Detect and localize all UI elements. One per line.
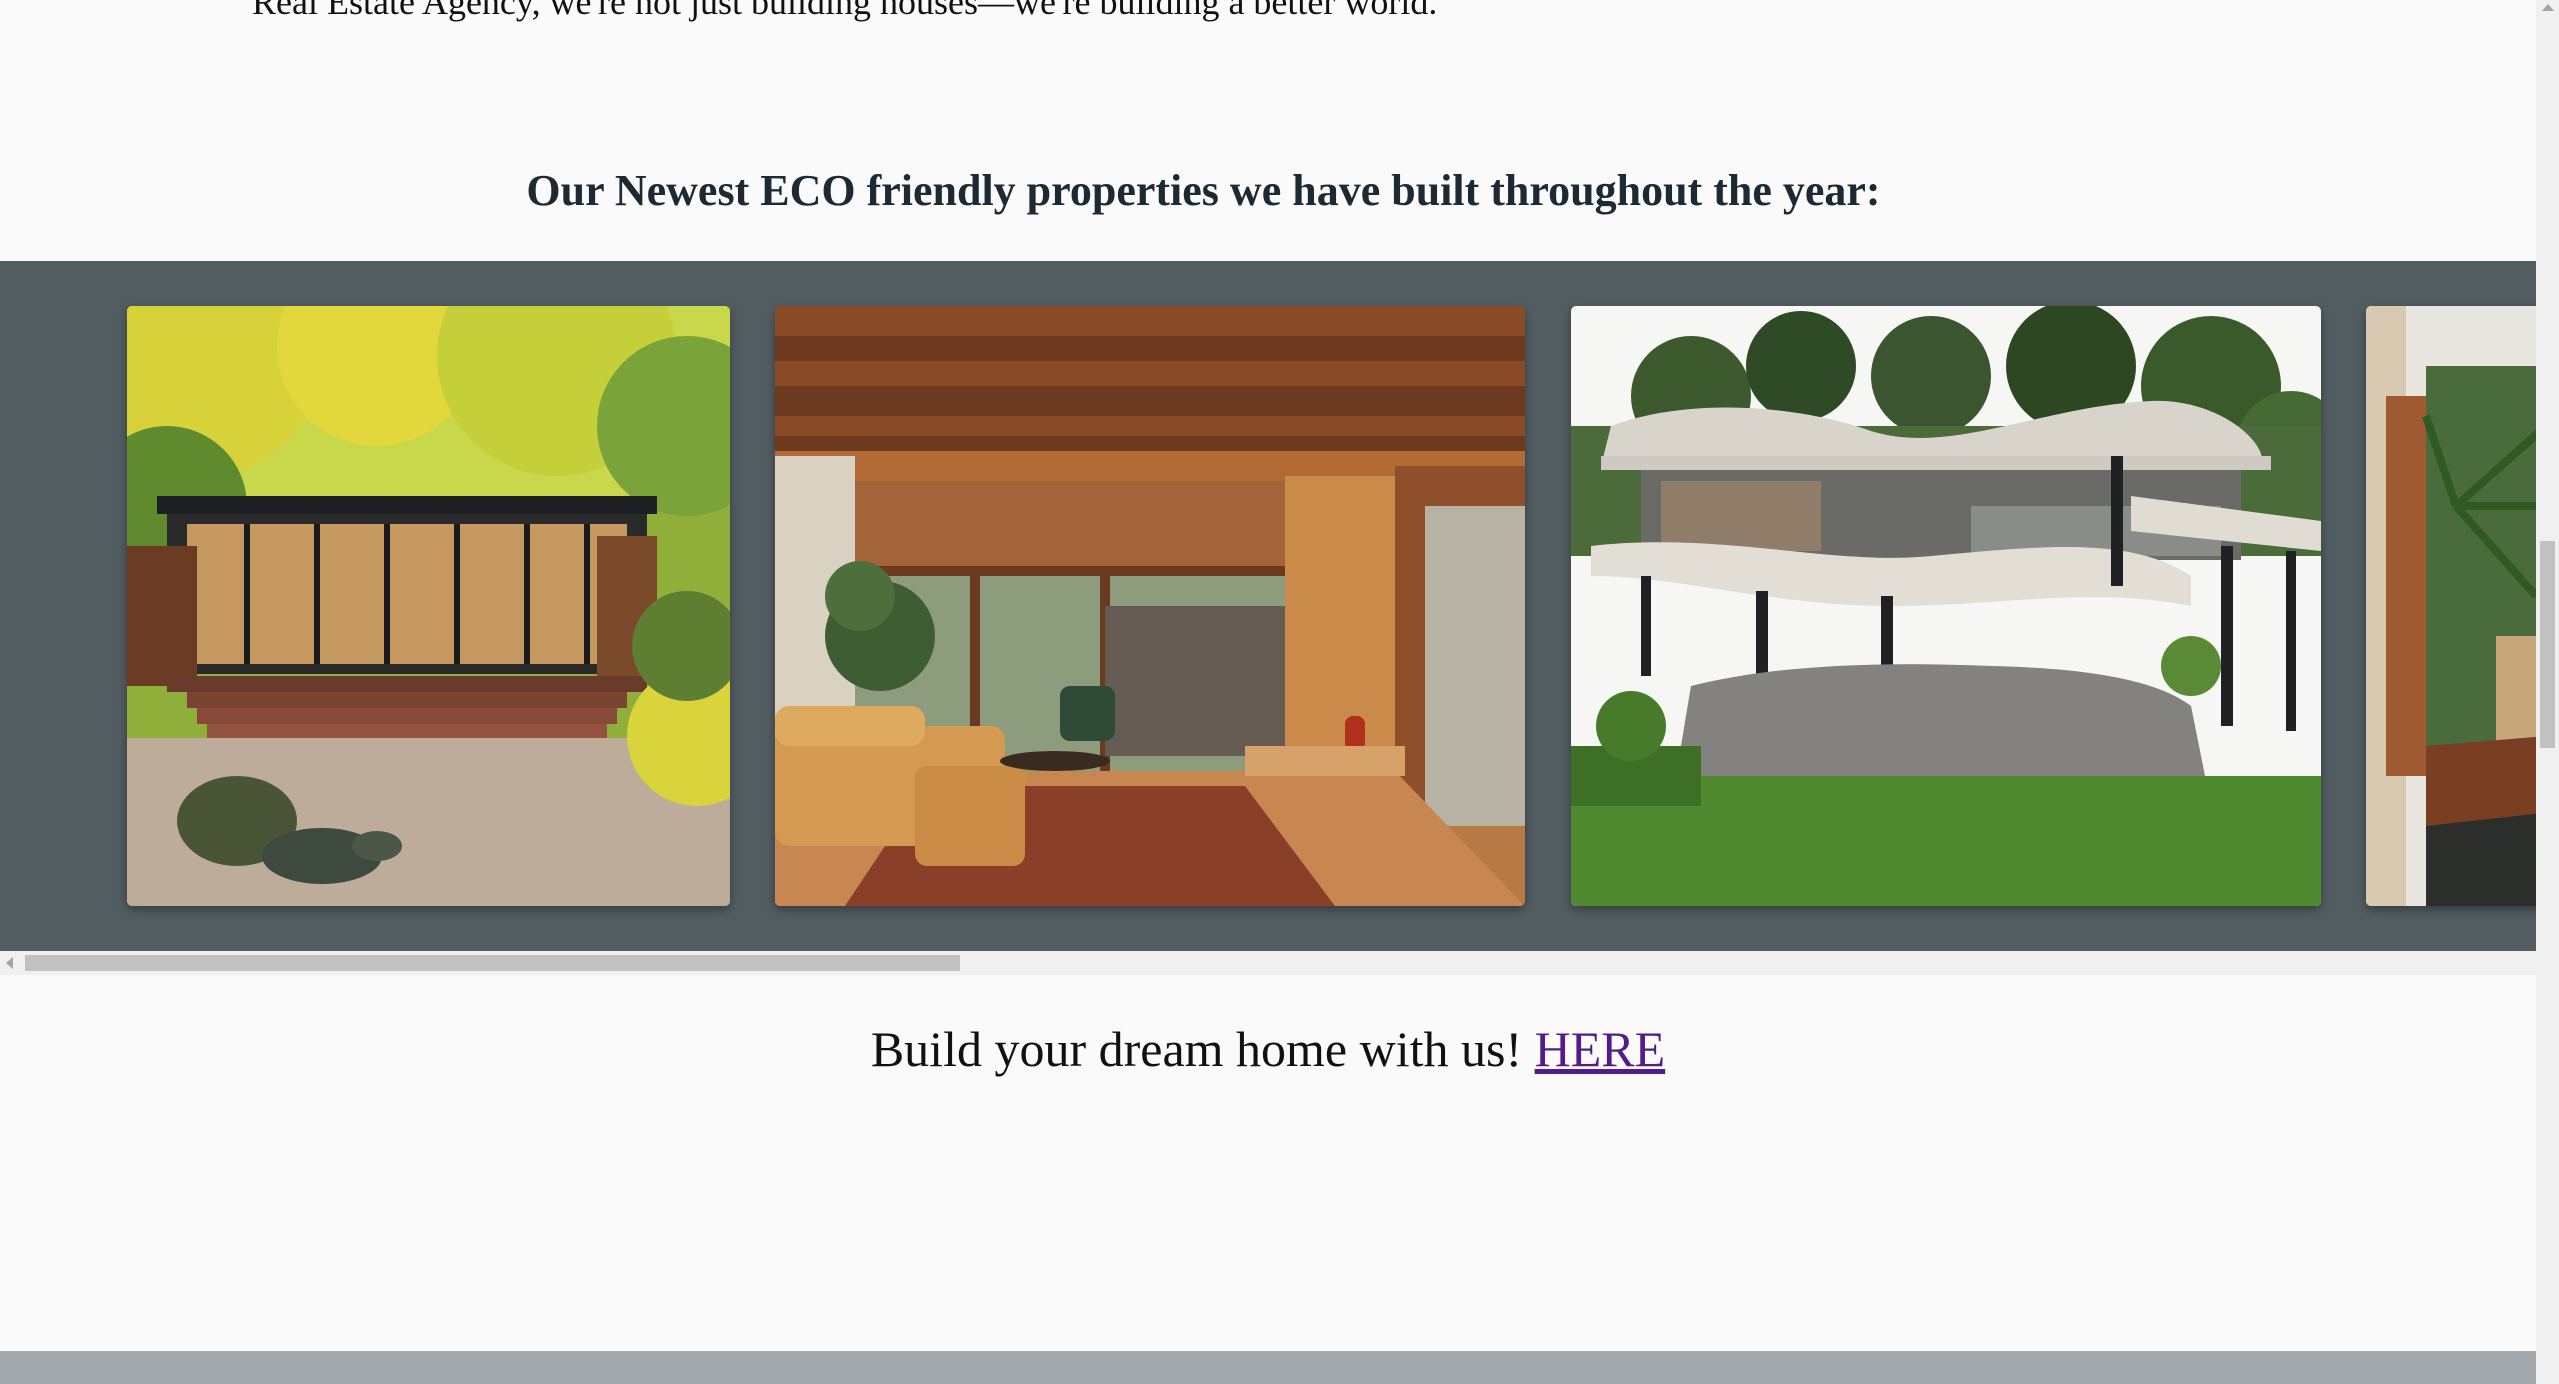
gallery-heading: Our Newest ECO friendly properties we ha… (526, 166, 1881, 215)
wooden-interior-illustration (775, 306, 1525, 906)
vertical-scrollbar-thumb[interactable] (2540, 541, 2555, 748)
property-image-curved-house[interactable] (1571, 306, 2321, 906)
curved-house-illustration (1571, 306, 2321, 906)
property-image-garden-pavilion[interactable] (127, 306, 730, 906)
property-image-tropical-interior[interactable] (2366, 306, 2536, 906)
cta-line: Build your dream home with us! HERE (0, 1020, 2536, 1078)
page-vertical-scrollbar[interactable] (2536, 0, 2559, 1384)
footer-bar (0, 1351, 2536, 1384)
cta-text: Build your dream home with us! (870, 1021, 1535, 1077)
cta-here-link[interactable]: HERE (1535, 1021, 1666, 1077)
tropical-interior-illustration (2366, 306, 2536, 906)
gallery-horizontal-scrollbar[interactable] (0, 951, 2536, 975)
garden-pavilion-illustration (127, 306, 730, 906)
property-image-wooden-interior[interactable] (775, 306, 1525, 906)
intro-paragraph: Real Estate Agency, we're not just build… (252, 0, 1438, 22)
horizontal-scrollbar-thumb[interactable] (25, 955, 960, 971)
property-gallery[interactable] (0, 261, 2536, 951)
page: Real Estate Agency, we're not just build… (0, 0, 2559, 1384)
scroll-up-arrow-icon[interactable] (2542, 4, 2554, 11)
scroll-left-arrow-icon[interactable] (6, 957, 13, 969)
